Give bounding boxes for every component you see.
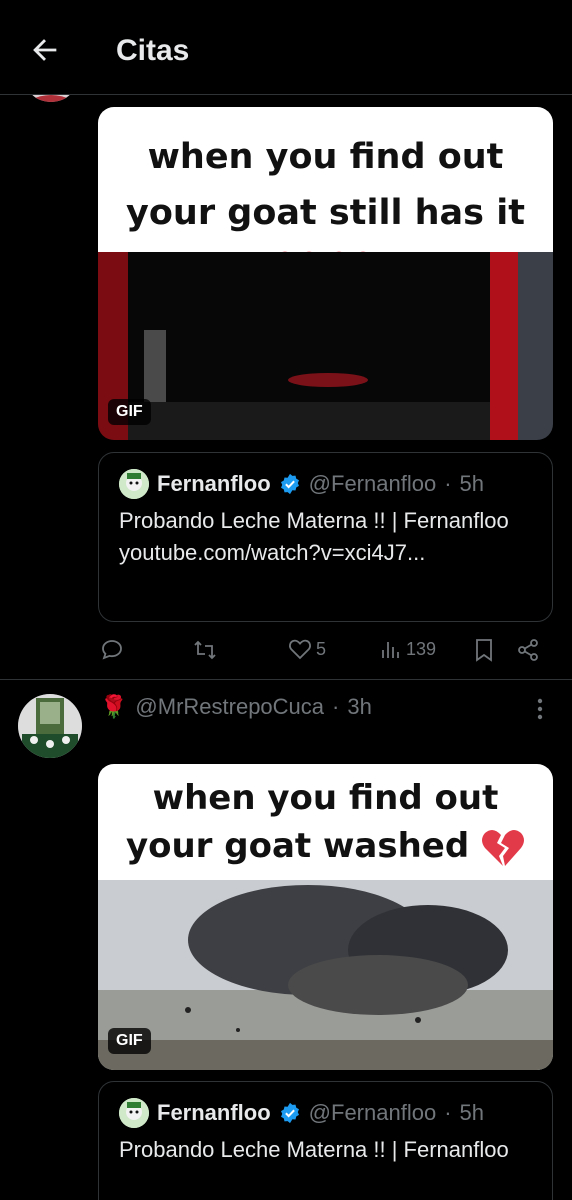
quoted-tweet-header: Fernanfloo @Fernanfloo · 5h — [119, 469, 532, 499]
gif-media[interactable]: when you find out your goat washed GIF — [98, 764, 553, 1070]
gif-caption-box: when you find out your goat still has it — [98, 107, 553, 290]
post-divider — [0, 679, 572, 680]
share-button[interactable] — [516, 638, 540, 662]
bookmark-icon — [476, 639, 492, 662]
quoted-handle: @Fernanfloo — [308, 1100, 437, 1125]
rose-emoji: 🌹 — [100, 694, 128, 719]
gif-caption: when you find out your goat still has it — [126, 137, 525, 233]
back-arrow-icon[interactable] — [28, 33, 62, 67]
avatar[interactable] — [18, 694, 82, 758]
quoted-tweet-header: Fernanfloo @Fernanfloo · 5h — [119, 1098, 532, 1128]
gif-badge: GIF — [108, 1028, 151, 1054]
reply-button[interactable] — [100, 638, 124, 662]
views-count: 139 — [406, 638, 437, 659]
top-bar: Citas — [0, 0, 572, 95]
share-icon — [518, 639, 538, 661]
repost-button[interactable] — [192, 638, 218, 662]
like-count: 5 — [316, 638, 327, 659]
quoted-handle: @Fernanfloo — [308, 471, 437, 496]
quoted-name: Fernanfloo — [157, 1100, 271, 1125]
gif-scene — [98, 252, 553, 440]
broken-heart-icon — [482, 829, 525, 866]
gif-caption: when you find out your goat washed — [125, 778, 499, 866]
page-title: Citas — [116, 34, 190, 67]
repost-icon — [194, 640, 216, 660]
reply-icon — [102, 640, 122, 660]
quoted-link[interactable]: youtube.com/watch?v=xci4J7... — [119, 537, 532, 569]
quoted-tweet[interactable]: Fernanfloo @Fernanfloo · 5h Probando Lec… — [98, 1081, 553, 1200]
verified-badge-icon — [280, 1102, 299, 1124]
gif-media[interactable]: when you find out your goat still has it… — [98, 107, 553, 440]
gif-scene — [98, 880, 553, 1070]
views-button[interactable]: 139 — [380, 638, 436, 660]
bookmark-button[interactable] — [474, 638, 494, 662]
quoted-time: 5h — [459, 1100, 484, 1125]
gif-caption-box: when you find out your goat washed — [98, 764, 553, 880]
like-button[interactable]: 5 — [288, 638, 326, 660]
views-icon — [382, 642, 399, 658]
heart-outline-icon — [289, 639, 311, 660]
verified-badge-icon — [280, 473, 299, 495]
post-header: 🌹 @MrRestrepoCuca · 3h — [100, 694, 372, 720]
action-bar: 5 139 — [98, 632, 553, 670]
separator-dot: · — [444, 1100, 452, 1125]
quoted-time: 5h — [459, 471, 484, 496]
quoted-tweet[interactable]: Fernanfloo @Fernanfloo · 5h Probando Lec… — [98, 452, 553, 622]
author-handle[interactable]: @MrRestrepoCuca — [135, 694, 324, 720]
gif-badge: GIF — [108, 399, 151, 425]
separator-dot: · — [444, 471, 452, 496]
separator-dot: · — [332, 694, 340, 719]
quoted-avatar — [119, 1098, 149, 1128]
post-time: 3h — [347, 694, 372, 719]
quoted-name: Fernanfloo — [157, 471, 271, 496]
quoted-avatar — [119, 469, 149, 499]
quoted-text: Probando Leche Materna !! | Fernanfloo — [119, 1137, 509, 1162]
more-options-icon[interactable] — [528, 696, 552, 722]
quoted-text: Probando Leche Materna !! | Fernanfloo — [119, 508, 509, 533]
